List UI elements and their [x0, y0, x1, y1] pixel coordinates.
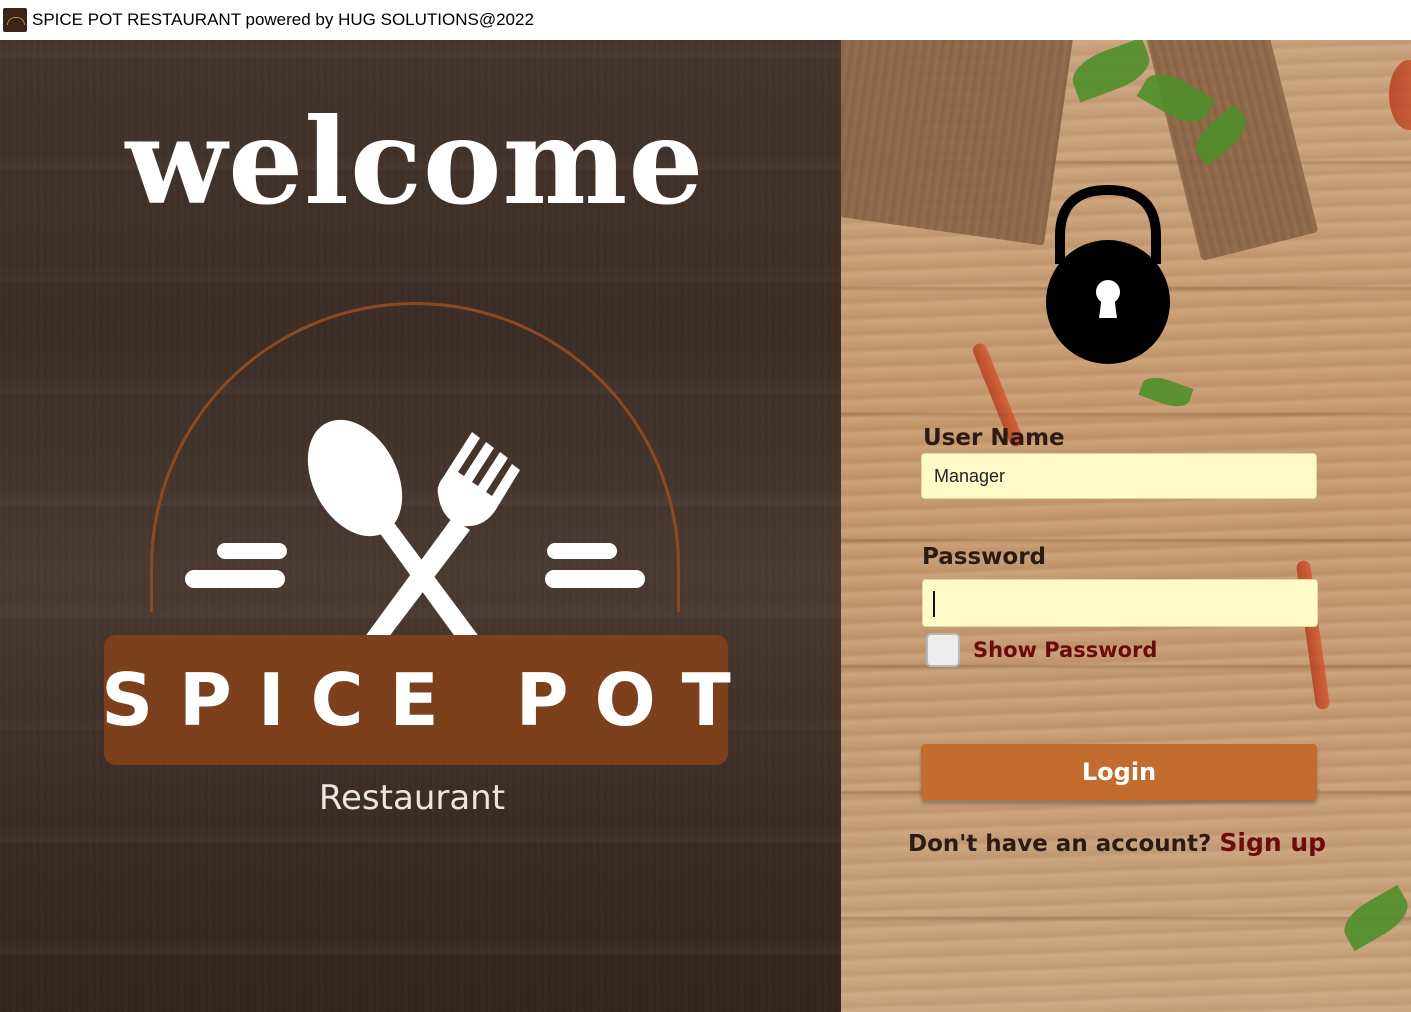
- lock-icon: [1046, 184, 1170, 364]
- logo-subtitle: Restaurant: [318, 778, 506, 818]
- tomato-decoration: [1389, 60, 1411, 130]
- cutting-board-decoration: [841, 40, 1076, 246]
- title-bar: SPICE POT RESTAURANT powered by HUG SOLU…: [0, 0, 1411, 40]
- spice-pot-logo: SPICE POT Restaurant: [100, 298, 732, 838]
- branding-panel: welcome SPICE POT Restaurant: [0, 40, 841, 1012]
- login-button[interactable]: Login: [921, 744, 1317, 800]
- signup-prompt: Don't have an account? Sign up: [908, 828, 1326, 857]
- logo-banner: SPICE POT: [101, 635, 731, 765]
- password-input[interactable]: [922, 579, 1318, 627]
- password-label: Password: [922, 544, 1046, 570]
- herb-leaf-decoration: [1138, 372, 1194, 412]
- app-logo-icon: [3, 8, 27, 32]
- no-account-text: Don't have an account?: [908, 831, 1212, 857]
- text-caret: [933, 591, 935, 617]
- spoon-fork-icon: [185, 419, 645, 638]
- login-panel: User Name Password Show Password Login D…: [841, 40, 1411, 1012]
- herb-leaf-decoration: [1336, 884, 1411, 952]
- welcome-heading: welcome: [125, 92, 705, 231]
- show-password-checkbox[interactable]: [926, 633, 960, 667]
- signup-link[interactable]: Sign up: [1219, 828, 1326, 857]
- window-title: SPICE POT RESTAURANT powered by HUG SOLU…: [32, 10, 534, 29]
- username-input[interactable]: [921, 453, 1317, 499]
- logo-name: SPICE POT: [101, 658, 757, 742]
- username-label: User Name: [923, 425, 1065, 451]
- show-password-label[interactable]: Show Password: [973, 638, 1157, 662]
